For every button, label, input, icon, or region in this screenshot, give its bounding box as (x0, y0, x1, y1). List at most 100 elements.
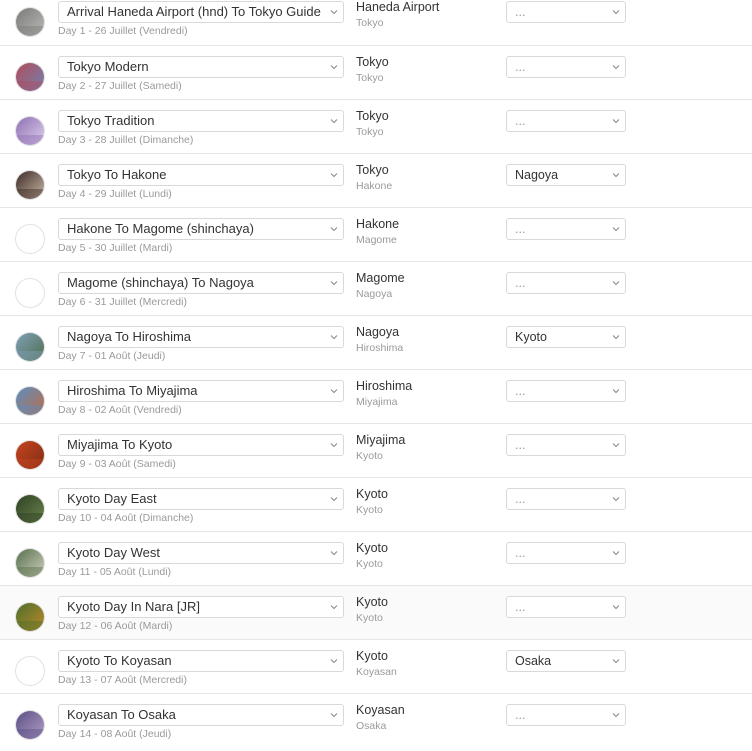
destination-city: Tokyo (356, 17, 384, 29)
day-template-select[interactable]: Tokyo Tradition (58, 110, 344, 132)
overnight-city-select[interactable]: ... (506, 56, 626, 78)
day-template-select[interactable]: Koyasan To Osaka (58, 704, 344, 726)
overnight-city-select[interactable]: ... (506, 704, 626, 726)
chevron-down-icon (611, 597, 621, 617)
destination-city: Hiroshima (356, 342, 404, 354)
destination-city: Kyoto (356, 504, 383, 516)
chevron-down-icon (329, 705, 339, 725)
overnight-city-select-value: Osaka (515, 654, 552, 668)
overnight-city-select-value: ... (515, 492, 526, 506)
day-date-label: Day 1 - 26 Juillet (Vendredi) (58, 25, 188, 37)
day-photo-avatar (15, 548, 45, 578)
chevron-down-icon (329, 651, 339, 671)
day-date-label: Day 14 - 08 Août (Jeudi) (58, 728, 172, 740)
overnight-city-select[interactable]: Nagoya (506, 164, 626, 186)
day-row: Tokyo Modern Day 2 - 27 Juillet (Samedi) T… (0, 45, 752, 99)
destination-city: Hakone (356, 180, 393, 192)
origin-city: Tokyo (356, 109, 389, 123)
chevron-down-icon (611, 705, 621, 725)
chevron-down-icon (329, 381, 339, 401)
overnight-city-select-value: ... (515, 60, 526, 74)
day-template-select[interactable]: Kyoto Day East (58, 488, 344, 510)
overnight-city-select[interactable]: ... (506, 434, 626, 456)
chevron-down-icon (611, 381, 621, 401)
day-row: Tokyo Tradition Day 3 - 28 Juillet (Diman… (0, 99, 752, 153)
chevron-down-icon (611, 543, 621, 563)
origin-city: Haneda Airport (356, 0, 440, 14)
origin-city: Hakone (356, 217, 400, 231)
day-row: Miyajima To Kyoto Day 9 - 03 Août (Samedi… (0, 423, 752, 477)
chevron-down-icon (329, 327, 339, 347)
destination-city: Osaka (356, 720, 387, 732)
day-template-select[interactable]: Hakone To Magome (shinchaya) (58, 218, 344, 240)
overnight-city-select-value: ... (515, 114, 526, 128)
overnight-city-select[interactable]: ... (506, 1, 626, 23)
day-template-select[interactable]: Kyoto To Koyasan (58, 650, 344, 672)
day-date-label: Day 7 - 01 Août (Jeudi) (58, 350, 166, 362)
origin-city: Koyasan (356, 703, 405, 717)
day-template-select-value: Tokyo Modern (67, 59, 149, 74)
day-date-label: Day 3 - 28 Juillet (Dimanche) (58, 134, 194, 146)
day-photo-avatar (15, 224, 45, 254)
day-photo-avatar (15, 332, 45, 362)
overnight-city-select[interactable]: ... (506, 596, 626, 618)
day-template-select[interactable]: Kyoto Day In Nara [JR] (58, 596, 344, 618)
overnight-city-select[interactable]: ... (506, 110, 626, 132)
day-row: Kyoto Day West Day 11 - 05 Août (Lundi) Ky… (0, 531, 752, 585)
day-date-label: Day 13 - 07 Août (Mercredi) (58, 674, 187, 686)
overnight-city-select[interactable]: ... (506, 272, 626, 294)
origin-city: Kyoto (356, 541, 388, 555)
overnight-city-select[interactable]: ... (506, 380, 626, 402)
day-photo-avatar (15, 494, 45, 524)
overnight-city-select-value: Nagoya (515, 168, 559, 182)
day-template-select-value: Kyoto To Koyasan (67, 653, 172, 668)
day-template-select-value: Hakone To Magome (shinchaya) (67, 221, 254, 236)
chevron-down-icon (329, 111, 339, 131)
chevron-down-icon (611, 327, 621, 347)
day-date-label: Day 10 - 04 Août (Dimanche) (58, 512, 194, 524)
day-photo-avatar (15, 116, 45, 146)
day-template-select[interactable]: Tokyo Modern (58, 56, 344, 78)
overnight-city-select-value: ... (515, 546, 526, 560)
chevron-down-icon (329, 165, 339, 185)
day-template-select[interactable]: Magome (shinchaya) To Nagoya (58, 272, 344, 294)
day-row: Magome (shinchaya) To Nagoya Day 6 - 31 J… (0, 261, 752, 315)
overnight-city-select[interactable]: ... (506, 488, 626, 510)
chevron-down-icon (611, 489, 621, 509)
day-row: Koyasan To Osaka Day 14 - 08 Août (Jeudi)… (0, 693, 752, 747)
destination-city: Tokyo (356, 72, 384, 84)
destination-city: Kyoto (356, 450, 383, 462)
day-row: Kyoto To Koyasan Day 13 - 07 Août (Mercre… (0, 639, 752, 693)
day-template-select-value: Arrival Haneda Airport (hnd) To Tokyo Gu… (67, 4, 321, 19)
day-date-label: Day 11 - 05 Août (Lundi) (58, 566, 172, 578)
overnight-city-select[interactable]: Osaka (506, 650, 626, 672)
day-template-select[interactable]: Arrival Haneda Airport (hnd) To Tokyo Gu… (58, 1, 344, 23)
day-template-select[interactable]: Tokyo To Hakone (58, 164, 344, 186)
overnight-city-select[interactable]: Kyoto (506, 326, 626, 348)
day-template-select[interactable]: Kyoto Day West (58, 542, 344, 564)
day-date-label: Day 5 - 30 Juillet (Mardi) (58, 242, 173, 254)
day-template-select[interactable]: Hiroshima To Miyajima (58, 380, 344, 402)
origin-city: Tokyo (356, 163, 389, 177)
day-photo-avatar (15, 386, 45, 416)
day-photo-avatar (15, 602, 45, 632)
day-template-select[interactable]: Miyajima To Kyoto (58, 434, 344, 456)
day-date-label: Day 12 - 06 Août (Mardi) (58, 620, 173, 632)
overnight-city-select[interactable]: ... (506, 542, 626, 564)
origin-city: Miyajima (356, 433, 406, 447)
chevron-down-icon (329, 435, 339, 455)
day-template-select[interactable]: Nagoya To Hiroshima (58, 326, 344, 348)
day-row: Hakone To Magome (shinchaya) Day 5 - 30 J… (0, 207, 752, 261)
chevron-down-icon (611, 111, 621, 131)
origin-city: Tokyo (356, 55, 389, 69)
origin-city: Kyoto (356, 649, 388, 663)
day-photo-avatar (15, 7, 45, 37)
destination-city: Koyasan (356, 666, 397, 678)
day-date-label: Day 2 - 27 Juillet (Samedi) (58, 80, 182, 92)
overnight-city-select[interactable]: ... (506, 218, 626, 240)
chevron-down-icon (611, 219, 621, 239)
overnight-city-select-value: ... (515, 600, 526, 614)
origin-city: Nagoya (356, 325, 400, 339)
day-row: Kyoto Day East Day 10 - 04 Août (Dimanche… (0, 477, 752, 531)
day-template-select-value: Koyasan To Osaka (67, 707, 176, 722)
